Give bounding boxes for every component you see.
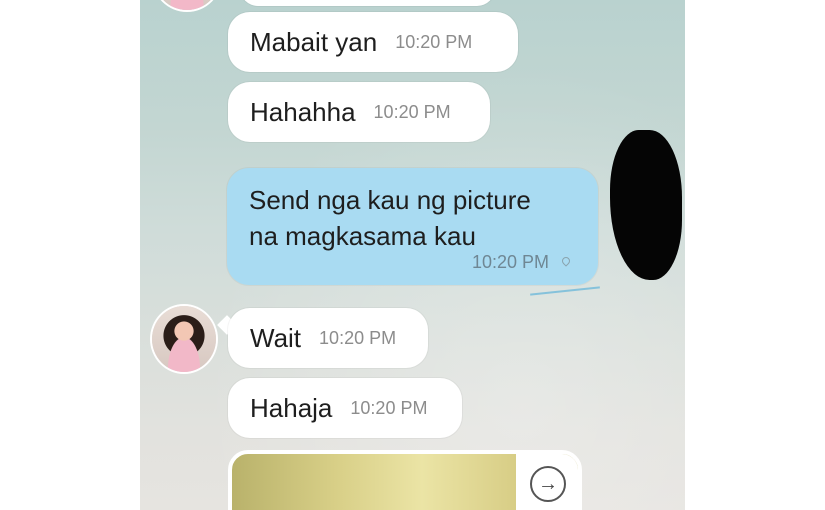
message-text-line: Send nga kau ng picture: [249, 185, 531, 215]
message-timestamp: 10:20 PM: [373, 101, 451, 122]
message-text: Hahaja: [250, 392, 333, 423]
image-message[interactable]: →: [228, 450, 582, 510]
redaction-mark: [610, 130, 682, 280]
message-text: Hahahha: [250, 96, 356, 127]
message-text: Mabait yan: [250, 26, 378, 57]
message-timestamp: 10:20 PM: [395, 31, 473, 52]
message-timestamp: 10:20 PM: [350, 397, 428, 418]
message-timestamp: 10:20 PM: [471, 252, 549, 272]
message-timestamp: 10:20 PM: [319, 327, 397, 348]
message-bubble-incoming[interactable]: Hahahha 10:20 PM: [228, 82, 490, 142]
message-meta: 10:20 PM: [472, 252, 572, 273]
message-bubble-outgoing[interactable]: Send nga kau ng picture na magkasama kau…: [227, 168, 598, 285]
background-doodle: [530, 286, 600, 296]
message-text: Wait: [250, 322, 302, 353]
message-bubble-incoming[interactable]: Wait 10:20 PM: [228, 308, 428, 368]
message-bubble-incoming[interactable]: Hahaja 10:20 PM: [228, 378, 462, 438]
message-bubble-incoming[interactable]: Mabait yan 10:20 PM: [228, 12, 518, 72]
contact-avatar-top[interactable]: [154, 0, 220, 10]
contact-avatar[interactable]: [152, 306, 216, 372]
share-forward-icon[interactable]: →: [530, 466, 566, 502]
message-text-line: na magkasama kau: [249, 221, 476, 251]
location-pin-icon: [561, 257, 572, 268]
chat-thread[interactable]: Mabait yan 10:20 PM Hahahha 10:20 PM Sen…: [140, 0, 685, 510]
message-bubble-partial[interactable]: [240, 0, 495, 6]
